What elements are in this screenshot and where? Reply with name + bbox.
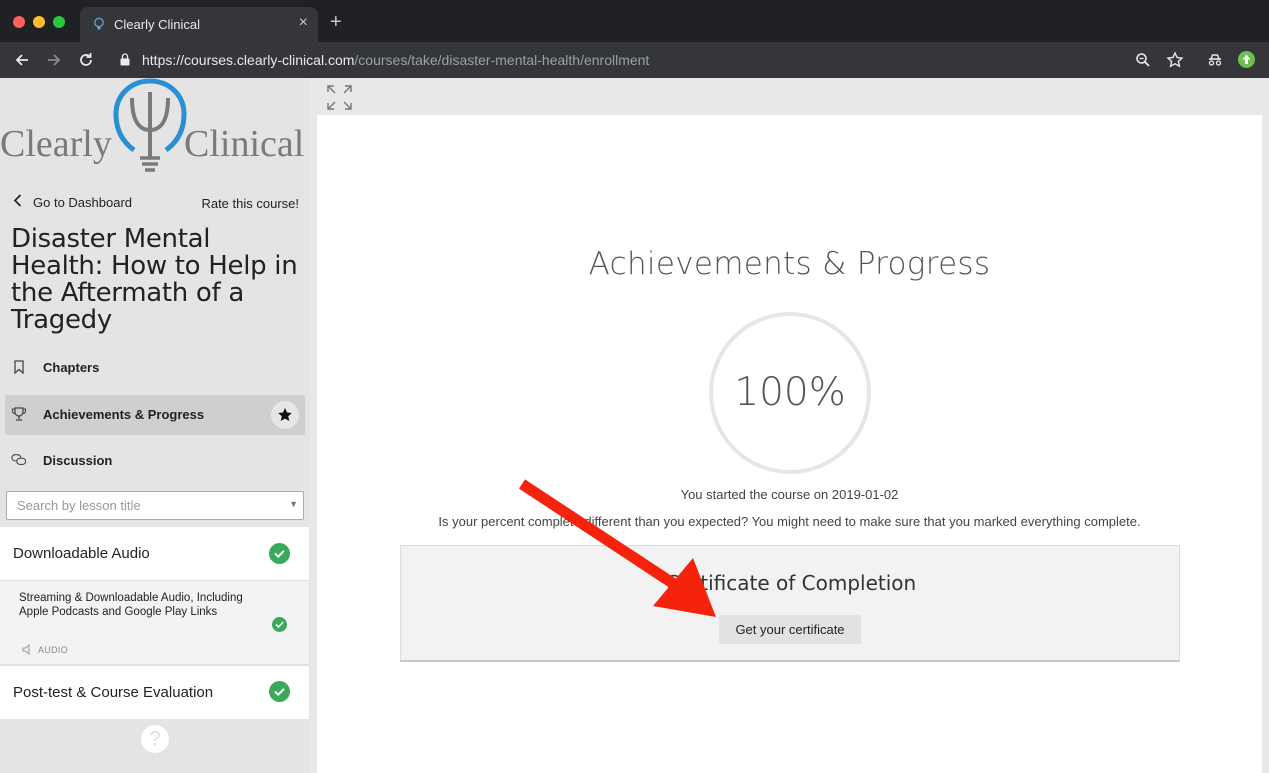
- bookmark-star-icon[interactable]: [1166, 51, 1184, 69]
- lesson-search-input[interactable]: [7, 492, 277, 519]
- dropdown-caret-icon[interactable]: ▼: [289, 499, 298, 509]
- nav-item-achievements-label: Achievements & Progress: [43, 407, 205, 422]
- course-title: Disaster Mental Health: How to Help in t…: [11, 224, 298, 335]
- chapter-title: Downloadable Audio: [13, 545, 150, 562]
- new-tab-button[interactable]: +: [330, 12, 342, 32]
- browser-tab[interactable]: Clearly Clinical ×: [80, 7, 318, 42]
- zoom-icon[interactable]: [1134, 51, 1152, 69]
- maximize-window-button[interactable]: [53, 16, 65, 28]
- lock-icon: [120, 53, 130, 66]
- minimize-window-button[interactable]: [33, 16, 45, 28]
- lesson-search: ▼: [6, 491, 304, 520]
- url-path: /courses/take/disaster-mental-health/enr…: [354, 52, 650, 68]
- help-button[interactable]: ?: [141, 725, 169, 753]
- get-certificate-button[interactable]: Get your certificate: [719, 615, 861, 644]
- logo-text-left: Clearly: [0, 123, 112, 165]
- forward-arrow-icon[interactable]: [44, 50, 64, 70]
- tab-title: Clearly Clinical: [114, 17, 200, 32]
- reload-icon[interactable]: [76, 50, 96, 70]
- star-icon: [271, 401, 299, 429]
- url-host: https://courses.clearly-clinical.com: [142, 52, 355, 68]
- nav-item-discussion-label: Discussion: [43, 453, 113, 468]
- rate-course-link[interactable]: Rate this course!: [201, 196, 299, 211]
- lightbulb-favicon-icon: [94, 17, 104, 30]
- clearly-clinical-logo[interactable]: Clearly Clinical: [0, 78, 310, 183]
- address-bar[interactable]: https://courses.clearly-clinical.com/cou…: [142, 52, 649, 68]
- go-to-dashboard-link[interactable]: Go to Dashboard: [13, 194, 132, 210]
- course-sidebar: Clearly Clinical Go to Dashboard Rate th…: [0, 78, 310, 773]
- check-complete-icon: [272, 617, 287, 632]
- nav-item-chapters[interactable]: Chapters: [5, 348, 305, 388]
- page-content: Clearly Clinical Go to Dashboard Rate th…: [0, 78, 1269, 773]
- expand-fullscreen-icon[interactable]: [326, 84, 353, 111]
- nav-item-achievements[interactable]: Achievements & Progress: [5, 395, 305, 435]
- chevron-left-icon: [13, 194, 33, 210]
- speaker-icon: [22, 644, 30, 655]
- check-complete-icon: [269, 681, 290, 702]
- tab-close-icon[interactable]: ×: [299, 14, 308, 32]
- chapter-title: Post-test & Course Evaluation: [13, 684, 214, 701]
- progress-hint: Is your percent complete different than …: [438, 514, 1141, 529]
- annotation-arrow-icon: [518, 479, 716, 617]
- incognito-extension-icon[interactable]: [1206, 51, 1224, 69]
- chat-bubbles-icon: [11, 454, 27, 465]
- lesson-type: AUDIO: [38, 645, 69, 655]
- check-complete-icon: [269, 543, 290, 564]
- progress-percentage: 100%: [734, 370, 846, 415]
- chapter-downloadable-audio[interactable]: Downloadable Audio: [0, 527, 309, 580]
- bookmark-icon: [14, 360, 24, 375]
- browser-titlebar: Clearly Clinical × +: [0, 0, 1269, 42]
- lesson-title: Streaming & Downloadable Audio, Includin…: [19, 592, 243, 618]
- logo-text-right: Clinical: [184, 123, 305, 165]
- progress-circle: 100%: [709, 312, 871, 474]
- lesson-item[interactable]: Streaming & Downloadable Audio, Includin…: [0, 580, 309, 665]
- lightbulb-psi-logo-icon: [113, 78, 187, 172]
- main-panel: Achievements & Progress 100% You started…: [317, 115, 1262, 773]
- chapter-post-test[interactable]: Post-test & Course Evaluation: [0, 666, 309, 719]
- nav-item-chapters-label: Chapters: [43, 360, 100, 375]
- trophy-icon: [11, 407, 27, 421]
- course-start-date: You started the course on 2019-01-02: [680, 487, 899, 502]
- nav-item-discussion[interactable]: Discussion: [5, 441, 305, 481]
- profile-avatar-icon[interactable]: [1238, 51, 1255, 68]
- back-arrow-icon[interactable]: [12, 50, 32, 70]
- browser-toolbar: https://courses.clearly-clinical.com/cou…: [0, 42, 1269, 78]
- close-window-button[interactable]: [13, 16, 25, 28]
- dashboard-link-label: Go to Dashboard: [33, 195, 133, 210]
- page-title: Achievements & Progress: [588, 246, 991, 282]
